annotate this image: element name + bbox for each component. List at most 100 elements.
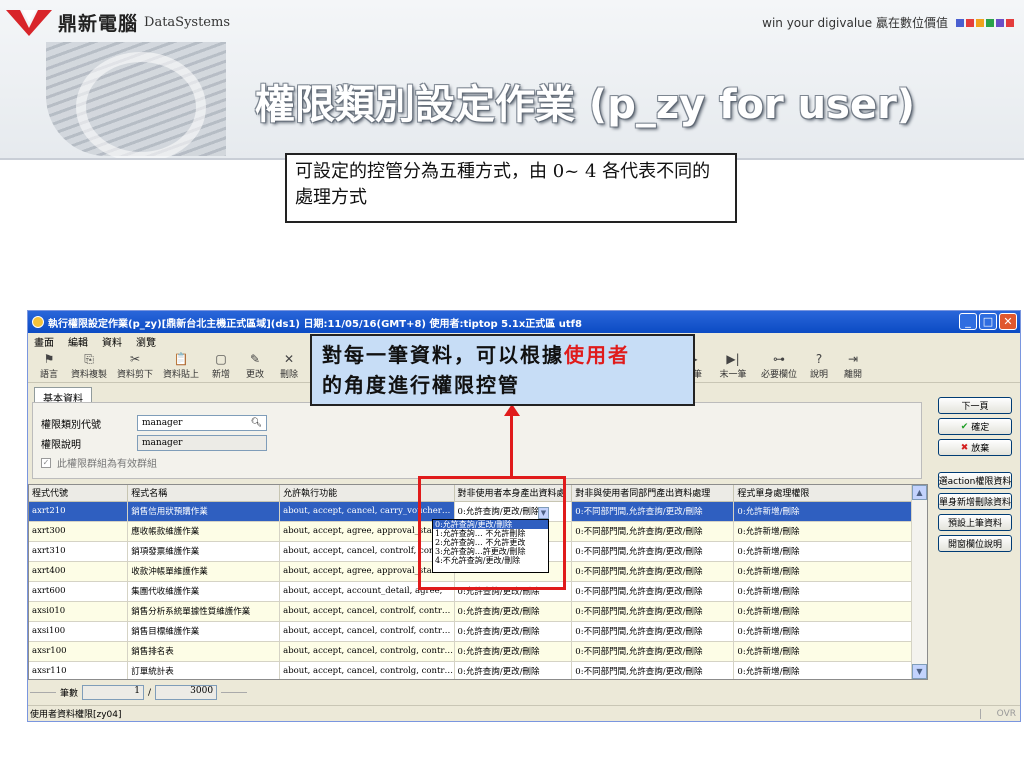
minimize-icon[interactable]: _: [959, 313, 977, 330]
category-code-value: manager: [142, 418, 183, 428]
table-cell: 0:允許新增/刪除: [733, 521, 927, 542]
table-cell: 0:不同部門間,允許查詢/更改/刪除: [571, 661, 735, 679]
tool-label: 必要欄位: [760, 370, 797, 380]
default-previous-label: 預設上筆資料: [947, 519, 1002, 529]
table-cell: 0:不同部門間,允許查詢/更改/刪除: [571, 581, 735, 602]
column-header[interactable]: 對非與使用者同部門產出資料處理: [571, 485, 735, 502]
tool-paste-button[interactable]: 📋 資料貼上: [158, 351, 204, 382]
app-icon: [32, 316, 44, 328]
pager-separator: /: [148, 687, 152, 698]
tool-last-button[interactable]: ▶| 末一筆: [710, 351, 756, 382]
group-valid-label: 此權限群組為有效群組: [57, 459, 157, 470]
next-page-button[interactable]: 下一頁: [938, 397, 1012, 414]
tool-flag-button[interactable]: ⚑ 語言: [32, 351, 66, 382]
next-page-label: 下一頁: [961, 402, 989, 412]
description-field[interactable]: manager: [137, 435, 267, 451]
menu-screen[interactable]: 畫面: [34, 334, 54, 349]
scroll-up-icon[interactable]: ▲: [912, 485, 927, 500]
toolbar-left: ⚑ 語言 ⎘ 資料複製 ✂ 資料剪下 📋 資料貼上 ▢ 新增 ✎ 更改 ✕ 刪除: [32, 351, 306, 382]
table-row[interactable]: axsi100 銷售目標維護作業 about, accept, cancel, co…: [29, 621, 927, 642]
table-cell[interactable]: 0:允許查詢/更改/刪除: [454, 601, 573, 622]
table-cell: about, accept, cancel, controlf, contr…: [279, 601, 455, 622]
table-cell: about, accept, cancel, controlg, contr…: [279, 641, 455, 662]
close-icon[interactable]: ✕: [999, 313, 1017, 330]
category-code-field[interactable]: manager 🔍︎: [137, 415, 267, 431]
key-icon: ⊶: [773, 352, 785, 366]
tool-new-button[interactable]: ▢ 新增: [204, 351, 238, 382]
table-cell: about, accept, cancel, controlg, contr…: [279, 661, 455, 679]
maximize-icon[interactable]: □: [979, 313, 997, 330]
color-square: [956, 18, 964, 27]
table-row[interactable]: axsi010 銷售分析系統單據性質維護作業 about, accept, canc…: [29, 601, 927, 622]
column-header[interactable]: 程式名稱: [127, 485, 281, 502]
pager-current[interactable]: 1: [82, 685, 145, 700]
tool-label: 語言: [39, 370, 58, 380]
table-cell[interactable]: 0:允許查詢/更改/刪除: [454, 621, 573, 642]
table-cell: 0:不同部門間,允許查詢/更改/刪除: [571, 501, 735, 522]
table-cell: axsi010: [29, 601, 129, 622]
detail-add-delete-button[interactable]: 單身新增刪除資料: [938, 493, 1012, 510]
table-cell: 銷項發票維護作業: [127, 541, 281, 562]
description-value: manager: [142, 438, 183, 448]
group-valid-row: ✓ 此權限群組為有效群組: [41, 455, 157, 470]
tool-label: 更改: [245, 370, 264, 380]
tool-copy-button[interactable]: ⎘ 資料複製: [66, 351, 112, 382]
table-cell: 0:允許新增/刪除: [733, 501, 927, 522]
column-header[interactable]: 程式代號: [29, 485, 129, 502]
color-square: [976, 18, 984, 27]
staircase-image: [46, 42, 226, 162]
default-previous-button[interactable]: 預設上筆資料: [938, 514, 1012, 531]
tool-edit-button[interactable]: ✎ 更改: [238, 351, 272, 382]
table-cell: 0:不同部門間,允許查詢/更改/刪除: [571, 641, 735, 662]
table-cell: 0:不同部門間,允許查詢/更改/刪除: [571, 601, 735, 622]
status-text: 使用者資料權限[zy04]: [30, 710, 122, 720]
table-cell: 0:允許新增/刪除: [733, 541, 927, 562]
explanation-note: 可設定的控管分為五種方式，由 0~ 4 各代表不同的處理方式: [285, 153, 737, 223]
table-cell[interactable]: 0:允許查詢/更改/刪除: [454, 641, 573, 662]
status-bar: 使用者資料權限[zy04] OVR: [28, 705, 1020, 721]
logo-v-icon: [6, 10, 52, 36]
tool-key-button[interactable]: ⊶ 必要欄位: [756, 351, 802, 382]
basic-data-panel: 權限類別代號 manager 🔍︎ 權限說明 manager ✓ 此權限群組為有效…: [32, 402, 922, 479]
arrow-shaft: [510, 410, 513, 478]
group-valid-checkbox[interactable]: ✓: [41, 457, 51, 468]
table-cell: axrt310: [29, 541, 129, 562]
table-row[interactable]: axsr110 訂單統計表 about, accept, cancel, contr…: [29, 661, 927, 679]
tool-help-button[interactable]: ? 說明: [802, 351, 836, 382]
tool-exit-button[interactable]: ⇥ 離開: [836, 351, 870, 382]
table-cell[interactable]: 0:允許查詢/更改/刪除: [454, 661, 573, 679]
category-code-row: 權限類別代號 manager 🔍︎: [41, 415, 267, 431]
tool-label: 說明: [809, 370, 828, 380]
table-cell: 0:允許新增/刪除: [733, 561, 927, 582]
tool-cut-button[interactable]: ✂ 資料剪下: [112, 351, 158, 382]
menu-browse[interactable]: 瀏覽: [136, 334, 156, 349]
description-label: 權限說明: [41, 439, 81, 451]
table-cell: 0:允許新增/刪除: [733, 661, 927, 679]
paste-icon: 📋: [173, 352, 189, 366]
page-title: 權限類別設定作業 (p_zy for user): [255, 82, 916, 128]
edit-icon: ✎: [249, 352, 261, 366]
field-help-button[interactable]: 開窗欄位說明: [938, 535, 1012, 552]
abandon-button[interactable]: ✖ 放棄: [938, 439, 1012, 456]
vertical-scrollbar[interactable]: ▲ ▼: [911, 485, 927, 679]
table-cell: 0:允許新增/刪除: [733, 601, 927, 622]
menu-data[interactable]: 資料: [102, 334, 122, 349]
table-cell: 應收帳款維護作業: [127, 521, 281, 542]
table-cell: 銷售分析系統單據性質維護作業: [127, 601, 281, 622]
search-icon[interactable]: 🔍︎: [251, 418, 262, 428]
table-row[interactable]: axsr100 銷售排名表 about, accept, cancel, contr…: [29, 641, 927, 662]
scroll-down-icon[interactable]: ▼: [912, 664, 927, 679]
confirm-button[interactable]: ✔ 確定: [938, 418, 1012, 435]
select-action-label: 選action權限資料: [938, 477, 1012, 487]
column-header[interactable]: 程式單身處理權限: [733, 485, 927, 502]
window-titlebar[interactable]: 執行權限設定作業(p_zy)[鼎新台北主機正式區域](ds1) 日期:11/05…: [28, 311, 1020, 333]
table-cell: 銷售排名表: [127, 641, 281, 662]
ovr-indicator: OVR: [980, 708, 1020, 719]
tool-label: 資料剪下: [116, 370, 153, 380]
table-cell: 0:允許新增/刪除: [733, 641, 927, 662]
slogan: win your digivalue 贏在數位價值: [762, 14, 1014, 31]
callout-highlight: 使用者: [564, 343, 630, 367]
select-action-button[interactable]: 選action權限資料: [938, 472, 1012, 489]
menu-edit[interactable]: 編輯: [68, 334, 88, 349]
tool-delete-button[interactable]: ✕ 刪除: [272, 351, 306, 382]
